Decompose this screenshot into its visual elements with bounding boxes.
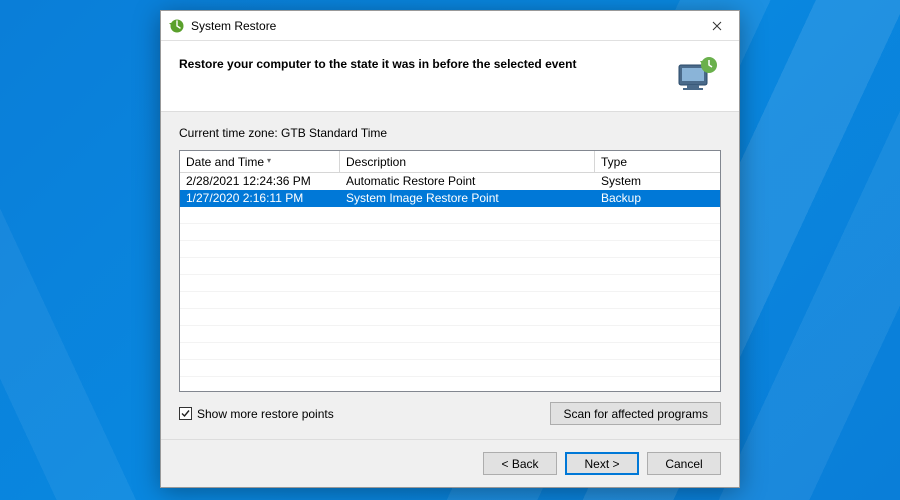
next-button[interactable]: Next > (565, 452, 639, 475)
cell-date: 2/28/2021 12:24:36 PM (180, 173, 340, 190)
table-body: 2/28/2021 12:24:36 PMAutomatic Restore P… (180, 173, 720, 391)
table-header: Date and Time ▾ Description Type (180, 151, 720, 173)
checkbox-icon (179, 407, 192, 420)
timezone-label: Current time zone: GTB Standard Time (179, 126, 721, 140)
system-restore-window: System Restore Restore your computer to … (160, 10, 740, 488)
restore-points-table[interactable]: Date and Time ▾ Description Type 2/28/20… (179, 150, 721, 392)
sort-descending-icon: ▾ (267, 156, 271, 165)
cell-type: System (595, 173, 720, 190)
close-icon (712, 18, 722, 34)
titlebar[interactable]: System Restore (161, 11, 739, 41)
restore-art-icon (671, 55, 721, 95)
cell-description: System Image Restore Point (340, 190, 595, 207)
back-button[interactable]: < Back (483, 452, 557, 475)
column-header-type[interactable]: Type (595, 151, 720, 172)
below-table-row: Show more restore points Scan for affect… (179, 392, 721, 431)
column-label: Date and Time (186, 155, 264, 169)
cell-date: 1/27/2020 2:16:11 PM (180, 190, 340, 207)
page-heading: Restore your computer to the state it wa… (179, 55, 671, 71)
scan-affected-programs-button[interactable]: Scan for affected programs (550, 402, 721, 425)
column-header-date[interactable]: Date and Time ▾ (180, 151, 340, 172)
close-button[interactable] (695, 11, 739, 41)
window-title: System Restore (191, 19, 695, 33)
column-header-description[interactable]: Description (340, 151, 595, 172)
table-row[interactable]: 1/27/2020 2:16:11 PMSystem Image Restore… (180, 190, 720, 207)
table-row[interactable]: 2/28/2021 12:24:36 PMAutomatic Restore P… (180, 173, 720, 190)
wizard-header: Restore your computer to the state it wa… (161, 41, 739, 112)
wizard-footer: < Back Next > Cancel (161, 439, 739, 487)
checkbox-label: Show more restore points (197, 407, 334, 421)
cell-description: Automatic Restore Point (340, 173, 595, 190)
column-label: Type (601, 155, 627, 169)
column-label: Description (346, 155, 406, 169)
grid-lines (180, 207, 720, 391)
system-restore-icon (169, 18, 185, 34)
cancel-button[interactable]: Cancel (647, 452, 721, 475)
wizard-body: Current time zone: GTB Standard Time Dat… (161, 112, 739, 439)
show-more-checkbox-wrap[interactable]: Show more restore points (179, 407, 550, 421)
cell-type: Backup (595, 190, 720, 207)
